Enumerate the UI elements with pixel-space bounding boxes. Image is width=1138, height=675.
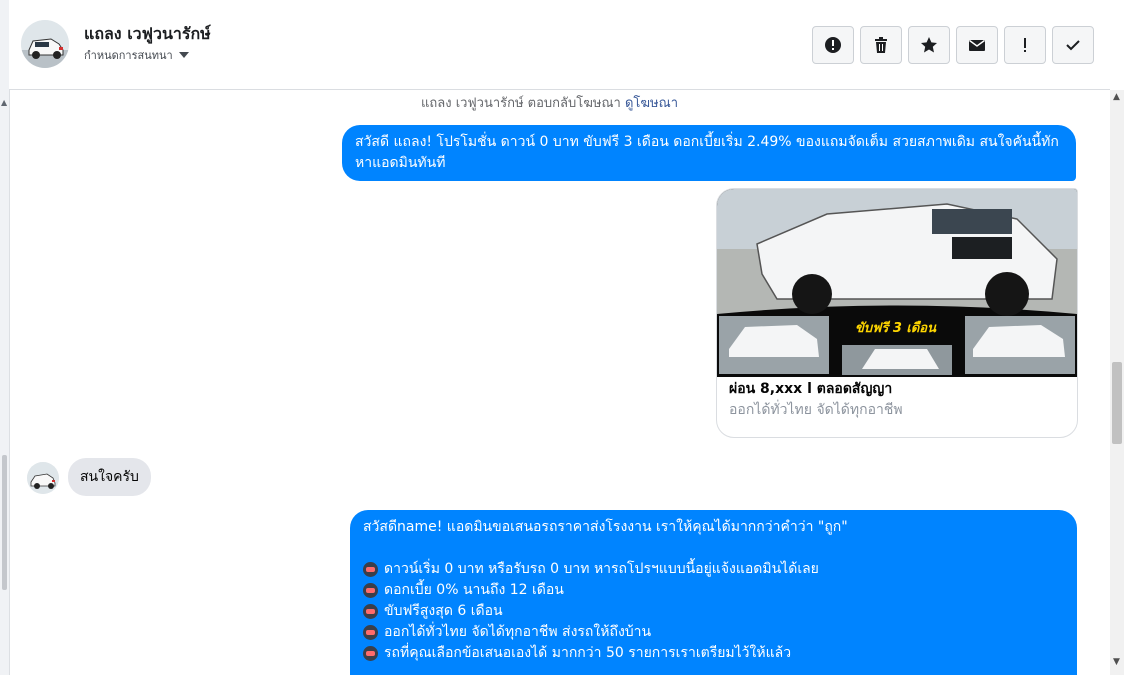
window-edge — [1124, 0, 1138, 675]
ad-card-image: ขับฟรี 3 เดือน — [717, 189, 1077, 377]
incoming-message: สนใจครับ — [68, 458, 151, 496]
envelope-icon — [969, 39, 985, 51]
car-emoji-icon — [363, 583, 378, 598]
delete-button[interactable] — [860, 26, 902, 64]
scroll-up-caret-icon[interactable]: ▲ — [1, 98, 7, 107]
assign-conversation-dropdown[interactable]: กำหนดการสนทนา — [84, 46, 189, 64]
alert-circle-icon — [825, 37, 841, 53]
chevron-down-icon — [178, 52, 189, 58]
trash-icon — [875, 37, 887, 53]
offer-line: ขับฟรีสูงสุด 6 เดือน — [363, 601, 1064, 622]
done-button[interactable] — [1052, 26, 1094, 64]
car-emoji-icon — [363, 625, 378, 640]
mark-spam-button[interactable] — [812, 26, 854, 64]
offer-line: ดอกเบี้ย 0% นานถึง 12 เดือน — [363, 580, 1064, 601]
message-thread: แถลง เวฟูวนารักษ์ ตอบกลับโฆษณา ดูโฆษณา ส… — [9, 90, 1110, 675]
star-button[interactable] — [908, 26, 950, 64]
ad-reply-notice: แถลง เวฟูวนารักษ์ ตอบกลับโฆษณา ดูโฆษณา — [421, 92, 678, 113]
assign-label: กำหนดการสนทนา — [84, 49, 173, 62]
contact-avatar[interactable] — [21, 20, 69, 68]
offer-line: ออกได้ทั่วไทย จัดได้ทุกอาชีพ ส่งรถให้ถึง… — [363, 622, 1064, 643]
outgoing-message-offer: สวัสดีname! แอดมินขอเสนอรถราคาส่งโรงงาน … — [350, 510, 1077, 675]
offer-intro: สวัสดีname! แอดมินขอเสนอรถราคาส่งโรงงาน … — [363, 519, 848, 535]
check-icon — [1066, 40, 1080, 51]
view-ad-link[interactable]: ดูโฆษณา — [625, 96, 678, 111]
thread-scrollbar[interactable]: ▲ ▼ — [1110, 90, 1124, 675]
left-scrollbar-thumb[interactable] — [2, 455, 7, 590]
star-icon — [921, 37, 937, 53]
ad-card[interactable]: ขับฟรี 3 เดือน ผ่อน 8,xxx l ตลอดสัญญา ออ… — [716, 188, 1078, 438]
mark-unread-button[interactable] — [956, 26, 998, 64]
ad-card-title: ผ่อน 8,xxx l ตลอดสัญญา — [729, 381, 893, 397]
contact-avatar-small[interactable] — [27, 462, 59, 494]
scroll-down-arrow-icon[interactable]: ▼ — [1113, 657, 1120, 667]
thread-scrollbar-thumb[interactable] — [1112, 362, 1122, 444]
car-emoji-icon — [363, 604, 378, 619]
contact-name: แถลง เวฟูวนารักษ์ — [84, 24, 211, 43]
ad-card-subtitle: ออกได้ทั่วไทย จัดได้ทุกอาชีพ — [729, 402, 903, 418]
offer-line: รถที่คุณเลือกข้อเสนอเองได้ มากกว่า 50 รา… — [363, 643, 1064, 664]
scroll-up-arrow-icon[interactable]: ▲ — [1113, 92, 1120, 102]
ad-banner-text: ขับฟรี 3 เดือน — [855, 320, 937, 336]
car-emoji-icon — [363, 646, 378, 661]
outgoing-message: สวัสดี แถลง! โปรโมชั่น ดาวน์ 0 บาท ขับฟร… — [342, 125, 1076, 181]
ad-reply-notice-text: แถลง เวฟูวนารักษ์ ตอบกลับโฆษณา — [421, 96, 621, 111]
offer-line: ดาวน์เริ่ม 0 บาท หรือรับรถ 0 บาท หารถโปร… — [363, 559, 1064, 580]
conversation-header: แถลง เวฟูวนารักษ์ กำหนดการสนทนา — [9, 0, 1110, 90]
header-toolbar — [812, 26, 1094, 64]
follow-up-button[interactable] — [1004, 26, 1046, 64]
car-emoji-icon — [363, 562, 378, 577]
exclamation-icon — [1024, 38, 1026, 52]
